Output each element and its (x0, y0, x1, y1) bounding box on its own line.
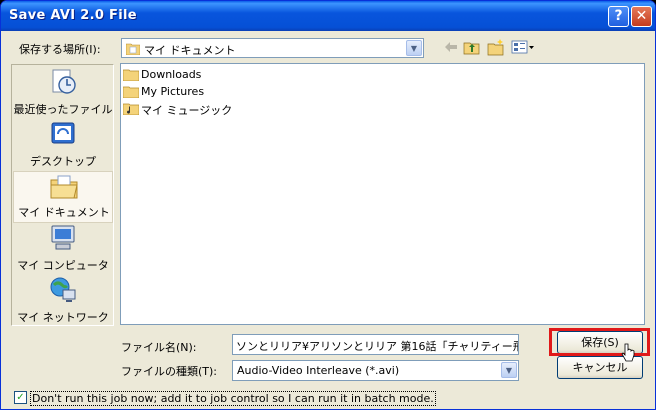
up-folder-icon[interactable] (463, 38, 481, 56)
batch-mode-label[interactable]: Don't run this job now; add it to job co… (30, 391, 436, 406)
back-arrow-icon[interactable] (442, 38, 460, 56)
title-bar[interactable]: Save AVI 2.0 File ? ✕ (1, 1, 655, 31)
place-recent[interactable]: 最近使ったファイル (13, 67, 113, 119)
save-in-value: マイ ドキュメント (144, 44, 236, 57)
folder-icon (123, 86, 139, 98)
recent-documents-icon (52, 69, 76, 94)
pointer-cursor-icon (621, 343, 635, 362)
file-name: My Pictures (141, 85, 205, 98)
place-label: デスクトップ (30, 155, 96, 168)
place-my-computer[interactable]: マイ コンピュータ (13, 223, 113, 275)
views-menu-icon[interactable] (511, 38, 535, 56)
place-label: マイ ネットワーク (17, 311, 109, 324)
place-label: 最近使ったファイル (13, 103, 113, 116)
music-folder-icon (123, 103, 139, 115)
place-my-documents[interactable]: マイ ドキュメント (13, 171, 113, 223)
save-avi-dialog: Save AVI 2.0 File ? ✕ 保存する場所(I): マイ ドキュメ… (0, 0, 656, 410)
folder-documents-icon (126, 43, 140, 55)
file-name: Downloads (141, 68, 202, 81)
place-desktop[interactable]: デスクトップ (13, 119, 113, 171)
folder-icon (123, 69, 139, 81)
file-list[interactable]: Downloads My Pictures マイ ミュージック (120, 63, 645, 325)
save-in-dropdown[interactable]: マイ ドキュメント ▼ (121, 38, 424, 58)
filename-label: ファイル名(N): (121, 341, 197, 354)
help-button[interactable]: ? (608, 6, 629, 27)
new-folder-icon[interactable] (487, 38, 505, 56)
my-computer-icon (51, 225, 75, 250)
network-places-icon (50, 277, 76, 302)
place-label: マイ ドキュメント (18, 206, 110, 219)
filetype-label: ファイルの種類(T): (121, 365, 218, 378)
my-documents-icon (50, 175, 78, 199)
chevron-down-icon[interactable]: ▼ (406, 40, 422, 56)
filetype-dropdown[interactable]: Audio-Video Interleave (*.avi) ▼ (232, 360, 519, 381)
file-name: マイ ミュージック (141, 104, 233, 117)
place-label: マイ コンピュータ (17, 259, 109, 272)
save-in-label: 保存する場所(I): (19, 43, 101, 56)
desktop-icon (51, 122, 75, 144)
close-button[interactable]: ✕ (631, 6, 652, 27)
filename-value: ソンとリリア¥アリソンとリリア 第16話「チャリティー飛行艇」.avi (236, 340, 518, 353)
place-network[interactable]: マイ ネットワーク (13, 275, 113, 327)
batch-mode-checkbox[interactable]: ✓ (14, 391, 27, 404)
window-title: Save AVI 2.0 File (9, 8, 137, 23)
places-bar: 最近使ったファイル デスクトップ マイ ドキュメント マイ コンピュータ マイ … (11, 64, 114, 326)
chevron-down-icon[interactable]: ▼ (501, 362, 517, 378)
filename-input[interactable]: ソンとリリア¥アリソンとリリア 第16話「チャリティー飛行艇」.avi (232, 334, 519, 355)
filetype-value: Audio-Video Interleave (*.avi) (237, 364, 400, 377)
